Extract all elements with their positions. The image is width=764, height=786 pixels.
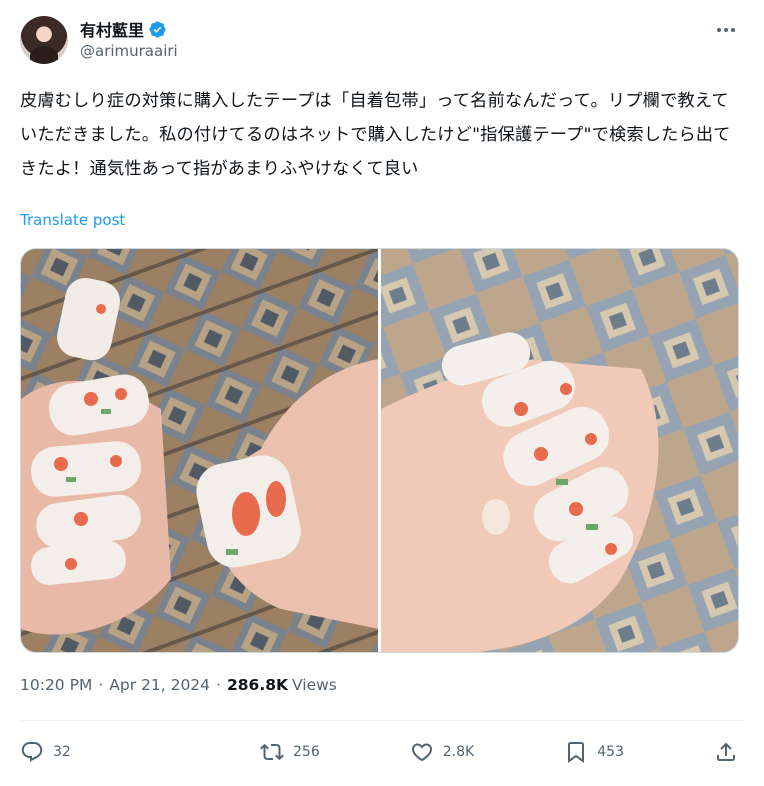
tweet-meta: 10:20 PM · Apr 21, 2024 · 286.8K Views: [20, 676, 337, 694]
verified-badge-icon: [148, 20, 167, 39]
bookmark-count: 453: [597, 744, 624, 760]
reply-count: 32: [53, 744, 71, 760]
views-count: 286.8K: [226, 676, 289, 694]
more-options-icon[interactable]: [714, 20, 738, 40]
avatar[interactable]: [20, 16, 68, 64]
retweet-icon: [260, 743, 284, 761]
tweet-time[interactable]: 10:20 PM: [20, 676, 92, 694]
bookmark-icon: [568, 742, 585, 763]
translate-post-link[interactable]: Translate post: [20, 211, 125, 229]
heart-icon: [411, 743, 432, 762]
reply-icon: [21, 742, 43, 762]
photo-fingers-taped-right[interactable]: [381, 249, 738, 652]
like-button[interactable]: 2.8K: [410, 736, 474, 768]
retweet-button[interactable]: 256: [260, 736, 320, 768]
tweet-text: 皮膚むしり症の対策に購入したテープは「自着包帯」って名前なんだって。リプ欄で教え…: [20, 91, 731, 179]
action-bar: 32 256 2.8K 453: [20, 736, 738, 768]
share-button[interactable]: [714, 736, 738, 768]
divider: [20, 720, 744, 721]
meta-separator: ·: [98, 676, 104, 694]
like-count: 2.8K: [442, 744, 475, 760]
reply-button[interactable]: 32: [20, 736, 170, 768]
photo-fingers-taped-left[interactable]: [21, 249, 378, 652]
tweet-date[interactable]: Apr 21, 2024: [109, 676, 210, 694]
views-label: Views: [292, 676, 337, 694]
user-handle[interactable]: @arimuraairi: [80, 42, 178, 60]
share-icon: [716, 742, 735, 761]
retweet-count: 256: [293, 744, 320, 760]
meta-separator: ·: [216, 676, 221, 694]
display-name[interactable]: 有村藍里: [80, 17, 144, 41]
bookmark-button[interactable]: 453: [564, 736, 624, 768]
tweet-header: 有村藍里 @arimuraairi: [20, 16, 744, 66]
name-row: 有村藍里: [80, 18, 167, 40]
tweet-media: [20, 248, 739, 653]
